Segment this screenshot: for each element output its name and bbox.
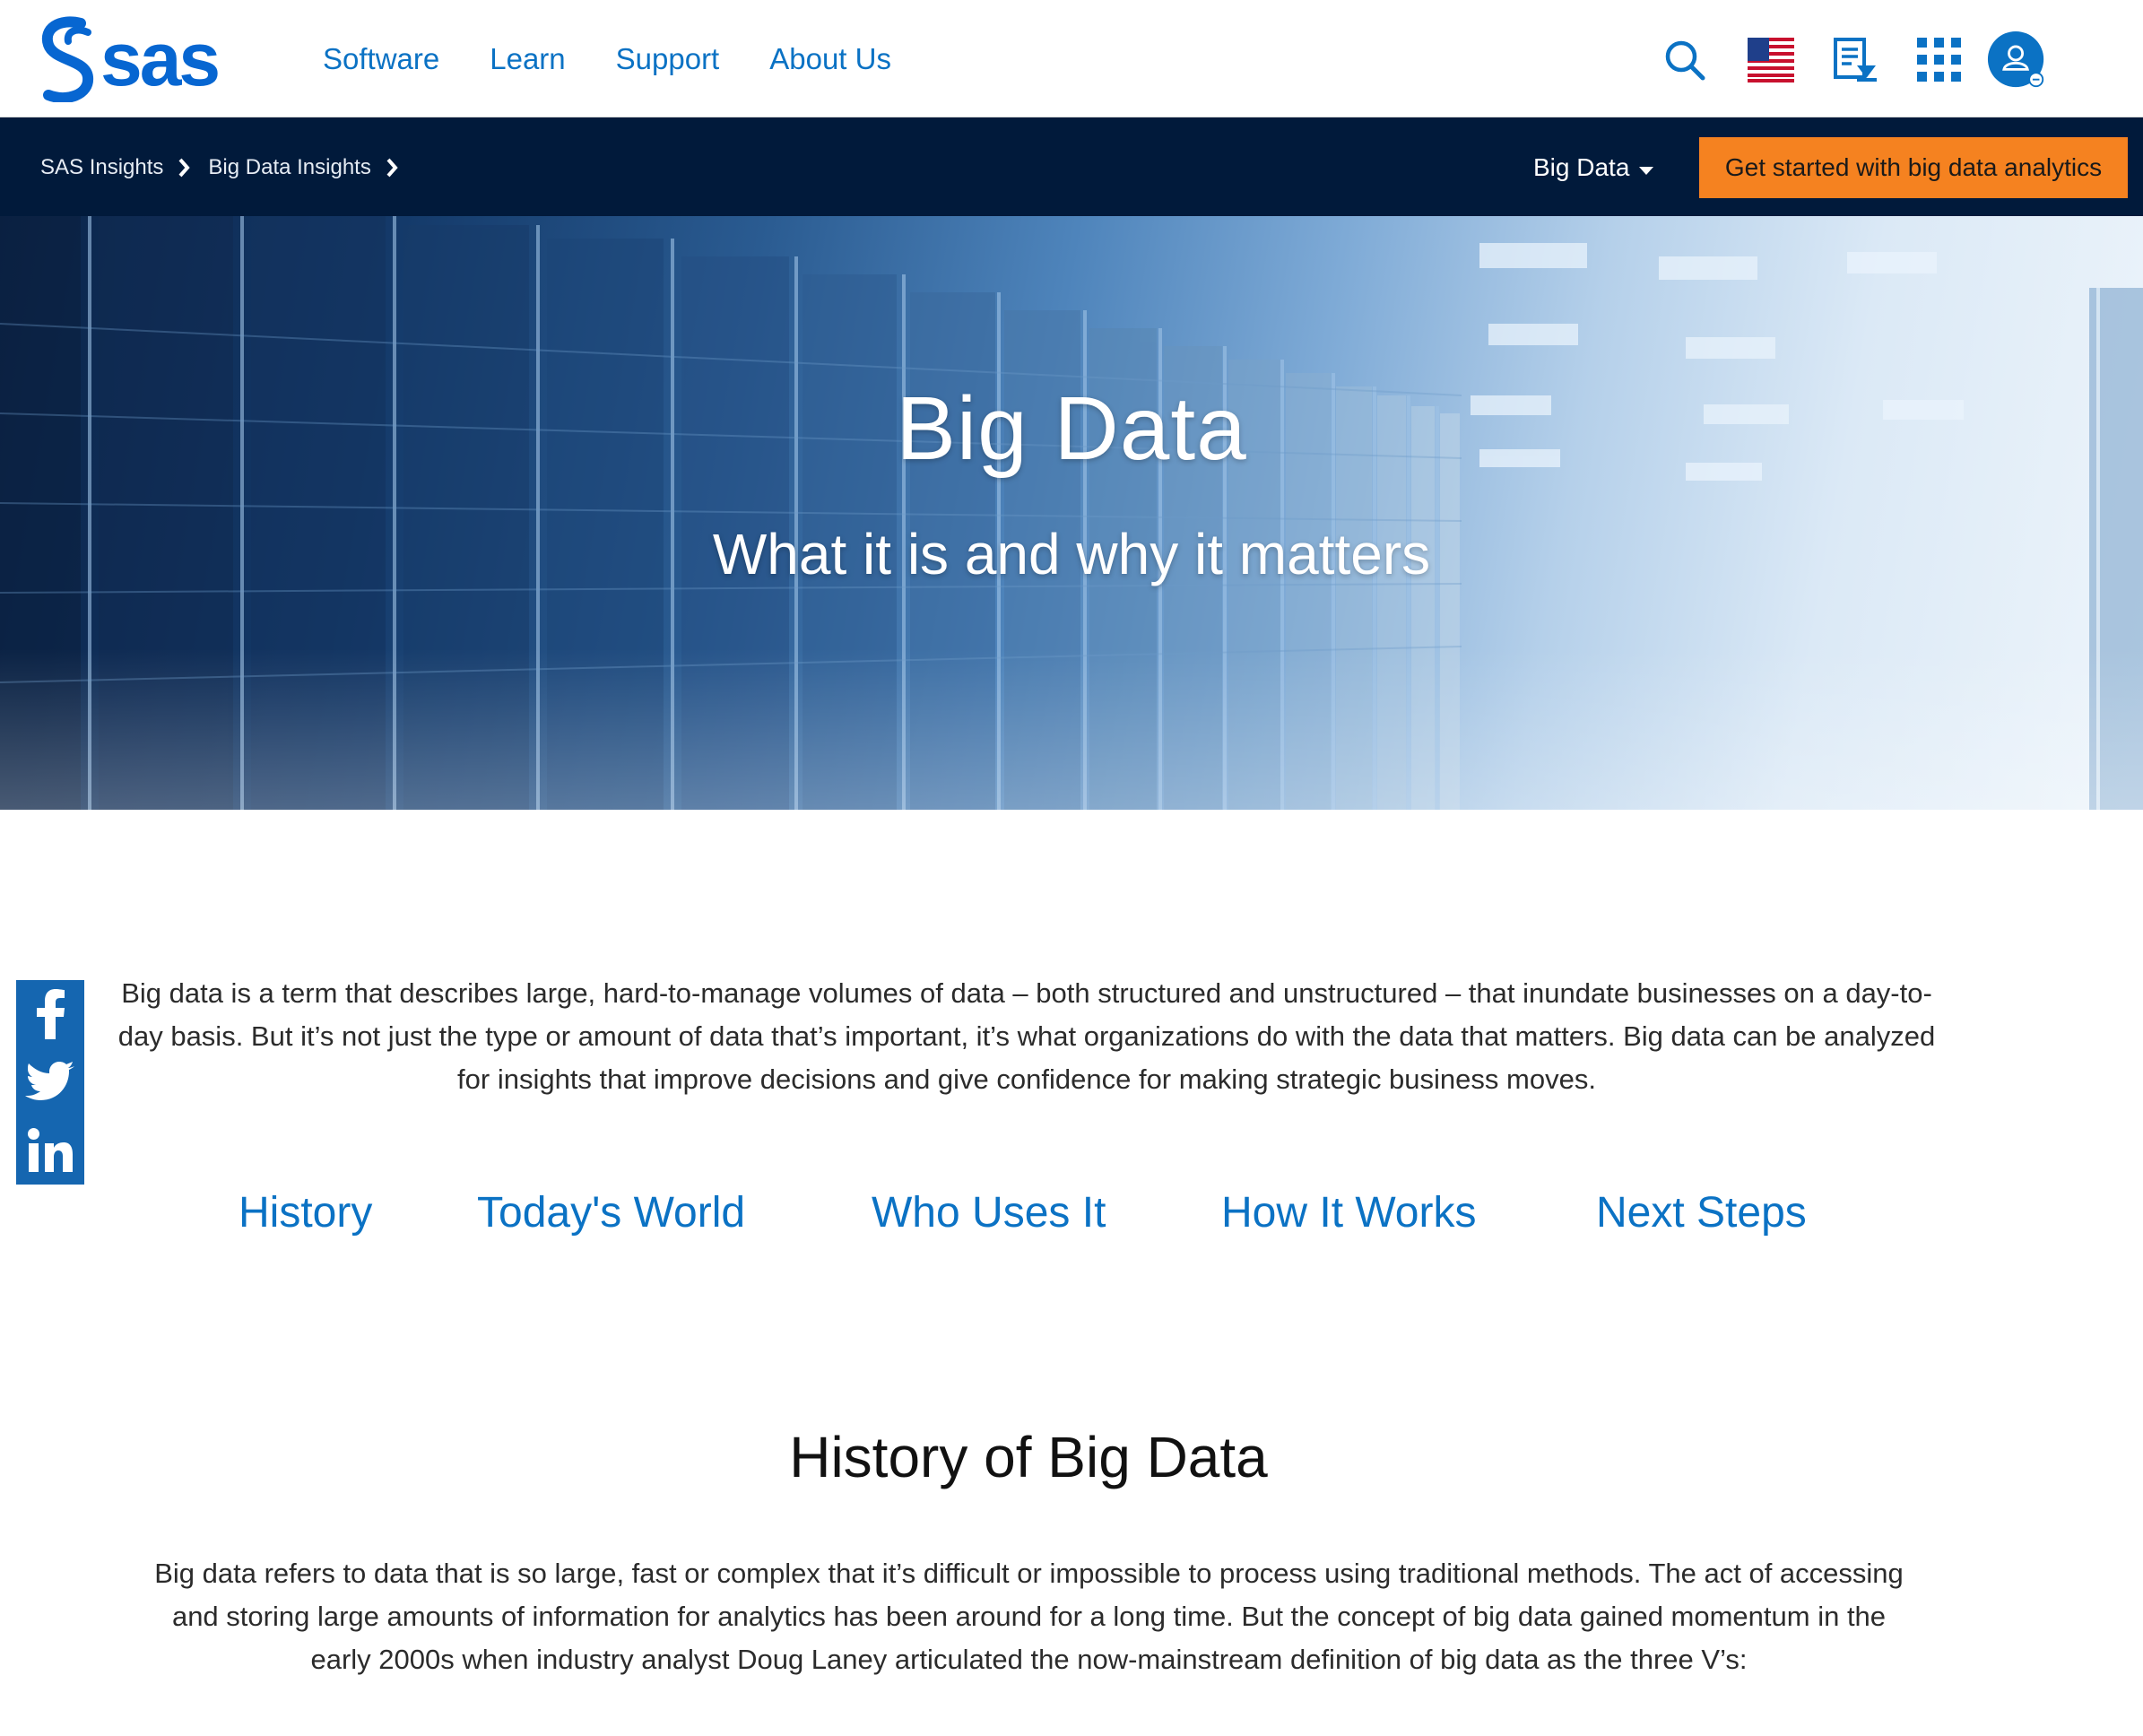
twitter-icon[interactable]: [16, 1048, 84, 1116]
section-link-todays-world[interactable]: Today's World: [477, 1184, 872, 1243]
search-icon[interactable]: [1655, 30, 1714, 90]
topic-dropdown[interactable]: Big Data: [1533, 152, 1654, 184]
social-share-rail: [16, 980, 84, 1185]
get-started-button[interactable]: Get started with big data analytics: [1699, 137, 2128, 198]
section-link-next-steps[interactable]: Next Steps: [1596, 1184, 1807, 1243]
main-nav: Software Learn Support About Us: [323, 39, 891, 79]
section-link-how-it-works[interactable]: How It Works: [1221, 1184, 1596, 1243]
section-link-history[interactable]: History: [239, 1184, 477, 1243]
us-flag-icon[interactable]: [1741, 30, 1800, 90]
breadcrumb-sas-insights[interactable]: SAS Insights: [40, 153, 163, 182]
intro-paragraph: Big data is a term that describes large,…: [117, 977, 1936, 1095]
site-header: sas Software Learn Support About Us: [0, 0, 2143, 117]
history-paragraph: Big data refers to data that is so large…: [154, 1558, 1904, 1675]
section-nav: History Today's World Who Uses It How It…: [239, 1184, 1807, 1243]
topic-dropdown-label: Big Data: [1533, 153, 1630, 181]
chevron-right-icon: [386, 158, 398, 178]
sas-logo-icon: [41, 16, 93, 102]
user-account-icon[interactable]: [1987, 30, 2046, 90]
nav-learn[interactable]: Learn: [490, 39, 565, 79]
nav-software[interactable]: Software: [323, 39, 439, 79]
nav-about-us[interactable]: About Us: [769, 39, 891, 79]
breadcrumb-big-data-insights[interactable]: Big Data Insights: [208, 153, 370, 182]
sas-logo[interactable]: sas: [36, 16, 221, 102]
apps-grid-icon[interactable]: [1910, 30, 1969, 90]
chevron-right-icon: [178, 158, 191, 178]
section-link-who-uses-it[interactable]: Who Uses It: [872, 1184, 1221, 1243]
document-download-icon[interactable]: [1826, 30, 1885, 90]
history-heading: History of Big Data: [789, 1425, 1268, 1489]
facebook-icon[interactable]: [16, 980, 84, 1048]
caret-down-icon: [1638, 152, 1654, 184]
utility-nav: [1665, 30, 2105, 90]
hero-subtitle: What it is and why it matters: [712, 522, 1431, 586]
logo-text: sas: [100, 17, 221, 101]
hero-banner: Big Data What it is and why it matters: [0, 216, 2143, 810]
hero-floor-shading: [0, 648, 2143, 810]
insights-subnav: SAS Insights Big Data Insights Big Data …: [0, 117, 2143, 216]
linkedin-icon[interactable]: [16, 1116, 84, 1185]
nav-support[interactable]: Support: [616, 39, 720, 79]
breadcrumb: SAS Insights Big Data Insights: [40, 153, 416, 182]
hero-title: Big Data: [896, 378, 1247, 479]
